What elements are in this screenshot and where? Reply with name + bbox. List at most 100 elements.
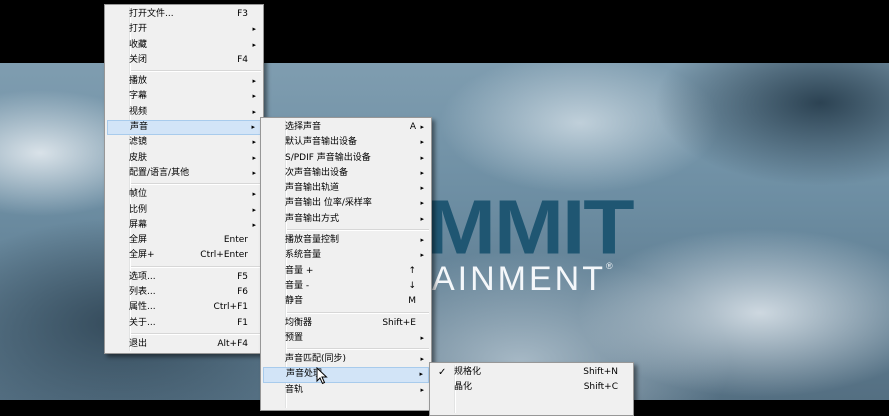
menu-item-shortcut: ↑: [408, 265, 416, 276]
main-menu-item-22[interactable]: 关于... F1: [107, 316, 261, 331]
menu-separator: [131, 183, 261, 186]
menu-item-shortcut: Ctrl+Enter: [200, 250, 248, 261]
main-menu-item-17[interactable]: 全屏+ Ctrl+Enter: [107, 248, 261, 263]
main-menu-item-3[interactable]: 关闭 F4: [107, 53, 261, 68]
main-menu-item-15[interactable]: 屏幕 ▸: [107, 218, 261, 233]
menu-item-label: 系统音量: [285, 250, 322, 261]
menu-item-label: 默认声音输出设备: [285, 137, 358, 148]
menu-item-label: 视频: [129, 106, 148, 117]
menu-item-label: 关闭: [129, 54, 148, 65]
menu-item-label: 全屏+: [129, 250, 155, 261]
menu-item-label: 滤镜: [129, 137, 148, 148]
menu-item-label: 规格化: [454, 367, 482, 377]
menu-item-label: 播放音量控制: [285, 235, 340, 246]
menu-item-shortcut: F6: [237, 287, 248, 298]
menu-item-label: 列表...: [129, 287, 156, 298]
sound-menu-item-8[interactable]: 播放音量控制 ▸: [263, 233, 429, 248]
menu-separator: [131, 265, 261, 268]
menu-item-label: 次声音输出设备: [285, 167, 349, 178]
main-menu-item-11[interactable]: 配置/语言/其他 ▸: [107, 166, 261, 181]
menu-separator: [131, 70, 261, 73]
main-menu-item-6[interactable]: 字幕 ▸: [107, 89, 261, 104]
menu-item-label: 收藏: [129, 39, 148, 50]
sound-menu-item-14[interactable]: 均衡器 Shift+E: [263, 316, 429, 331]
main-menu-item-7[interactable]: 视频 ▸: [107, 105, 261, 120]
menu-item-shortcut: F4: [237, 54, 248, 65]
submenu-arrow-icon: ▸: [252, 77, 256, 86]
main-menu-item-9[interactable]: 滤镜 ▸: [107, 135, 261, 150]
submenu-arrow-icon: ▸: [251, 123, 255, 132]
submenu-arrow-icon: ▸: [252, 220, 256, 229]
sound-menu-item-19[interactable]: 音轨 ▸: [263, 383, 429, 398]
menu-item-label: 均衡器: [285, 317, 313, 328]
main-menu-item-1[interactable]: 打开 ▸: [107, 22, 261, 37]
checkmark-icon: ✓: [438, 367, 447, 378]
logo-text-line2-label: AINMENT: [432, 260, 606, 298]
menu-item-label: 帧位: [129, 189, 148, 200]
submenu-arrow-icon: ▸: [252, 92, 256, 101]
menu-item-shortcut: ↓: [408, 280, 416, 291]
sound-menu-item-0[interactable]: 选择声音 A ▸: [263, 120, 429, 135]
sound-menu-item-3[interactable]: 次声音输出设备 ▸: [263, 166, 429, 181]
submenu-arrow-icon: ▸: [420, 385, 424, 394]
processing-menu-item-1[interactable]: 晶化 Shift+C: [432, 380, 631, 395]
menu-item-label: 声音输出 位率/采样率: [285, 198, 372, 209]
menu-item-label: 关于...: [129, 317, 156, 328]
submenu-arrow-icon: ▸: [420, 214, 424, 223]
main-menu-item-13[interactable]: 帧位 ▸: [107, 187, 261, 202]
menu-item-label: 音量 +: [285, 265, 314, 276]
processing-menu-item-0[interactable]: ✓ 规格化 Shift+N: [432, 365, 631, 380]
menu-item-shortcut: F1: [237, 317, 248, 328]
sound-menu-item-1[interactable]: 默认声音输出设备 ▸: [263, 135, 429, 150]
main-menu-item-24[interactable]: 退出 Alt+F4: [107, 337, 261, 352]
sound-menu-item-6[interactable]: 声音输出方式 ▸: [263, 212, 429, 227]
submenu-arrow-icon: ▸: [252, 168, 256, 177]
main-menu-item-2[interactable]: 收藏 ▸: [107, 38, 261, 53]
sound-menu-item-4[interactable]: 声音输出轨道 ▸: [263, 181, 429, 196]
main-menu-item-0[interactable]: 打开文件... F3: [107, 7, 261, 22]
sound-menu-item-12[interactable]: 静音 M: [263, 294, 429, 309]
submenu-arrow-icon: ▸: [420, 199, 424, 208]
menu-item-shortcut: Shift+E: [382, 317, 416, 328]
logo-text-line2: AINMENT®: [432, 260, 616, 298]
menu-item-label: 全屏: [129, 235, 148, 246]
sound-menu-item-18[interactable]: 声音处理 ▸: [263, 367, 429, 383]
menu-item-shortcut: Enter: [223, 235, 248, 246]
main-menu-item-10[interactable]: 皮肤 ▸: [107, 151, 261, 166]
submenu-arrow-icon: ▸: [252, 107, 256, 116]
menu-item-label: 声音输出方式: [285, 213, 340, 224]
sound-menu-item-10[interactable]: 音量 + ↑: [263, 264, 429, 279]
submenu-arrow-icon: ▸: [420, 153, 424, 162]
sound-menu-item-2[interactable]: S/PDIF 声音输出设备 ▸: [263, 151, 429, 166]
main-menu-item-19[interactable]: 选项... F5: [107, 270, 261, 285]
submenu-arrow-icon: ▸: [252, 40, 256, 49]
submenu-arrow-icon: ▸: [252, 190, 256, 199]
logo-text-line1: MMIT: [426, 183, 635, 271]
main-menu-item-14[interactable]: 比例 ▸: [107, 203, 261, 218]
submenu-arrow-icon: ▸: [252, 138, 256, 147]
context-menu-sound-processing: ✓ 规格化 Shift+N 晶化 Shift+C: [429, 362, 634, 416]
main-menu-item-21[interactable]: 属性... Ctrl+F1: [107, 300, 261, 315]
menu-item-label: 配置/语言/其他: [129, 167, 190, 178]
sound-menu-item-11[interactable]: 音量 - ↓: [263, 279, 429, 294]
main-menu-item-16[interactable]: 全屏 Enter: [107, 233, 261, 248]
menu-item-label: 打开文件...: [129, 9, 174, 19]
menu-separator: [287, 311, 429, 314]
menu-separator: [287, 348, 429, 351]
main-menu-item-20[interactable]: 列表... F6: [107, 285, 261, 300]
sound-menu-item-15[interactable]: 预置 ▸: [263, 331, 429, 346]
sound-menu-item-5[interactable]: 声音输出 位率/采样率 ▸: [263, 196, 429, 211]
submenu-arrow-icon: ▸: [420, 138, 424, 147]
submenu-arrow-icon: ▸: [252, 153, 256, 162]
main-menu-item-8[interactable]: 声音 ▸: [107, 120, 261, 136]
processing-menu-item-2[interactable]: [432, 396, 631, 411]
menu-item-label: 选择声音: [285, 122, 322, 132]
sound-menu-item-9[interactable]: 系统音量 ▸: [263, 248, 429, 263]
menu-item-shortcut: A: [409, 122, 416, 132]
menu-item-label: 声音输出轨道: [285, 183, 340, 194]
menu-item-label: 音轨: [285, 384, 304, 395]
mouse-cursor-icon: [316, 367, 328, 385]
main-menu-item-5[interactable]: 播放 ▸: [107, 74, 261, 89]
menu-item-shortcut: Shift+C: [583, 382, 618, 393]
sound-menu-item-17[interactable]: 声音匹配(同步) ▸: [263, 352, 429, 367]
